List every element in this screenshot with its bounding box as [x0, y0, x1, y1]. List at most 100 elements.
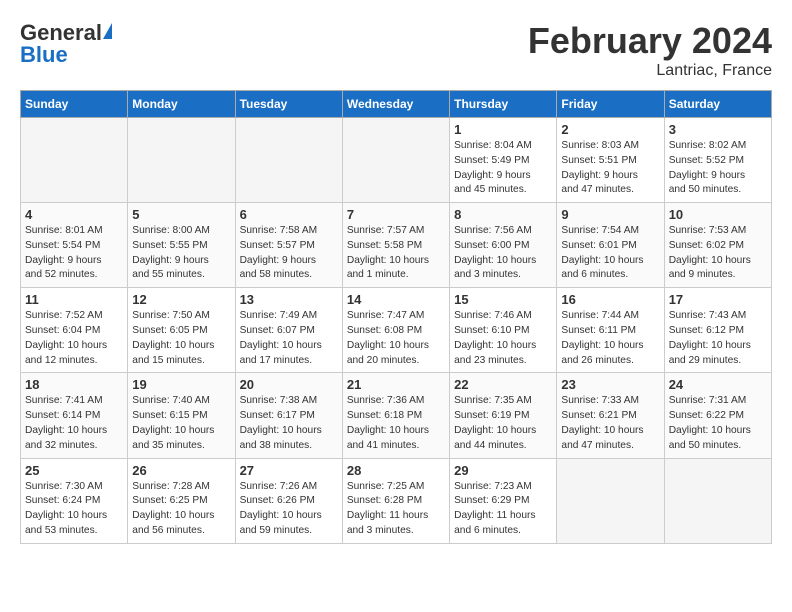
- calendar-cell: 10 Sunrise: 7:53 AM Sunset: 6:02 PM Dayli…: [664, 203, 771, 288]
- day-info: Sunrise: 8:02 AM Sunset: 5:52 PM Dayligh…: [669, 139, 767, 198]
- calendar-cell: 4 Sunrise: 8:01 AM Sunset: 5:54 PM Daylig…: [21, 203, 128, 288]
- page-header: General Blue February 2024 Lantriac, Fra…: [20, 20, 772, 80]
- day-info: Sunrise: 7:57 AM Sunset: 5:58 PM Dayligh…: [347, 224, 445, 283]
- day-number: 25: [25, 463, 123, 478]
- calendar-cell: 26 Sunrise: 7:28 AM Sunset: 6:25 PM Dayli…: [128, 458, 235, 543]
- day-number: 13: [240, 292, 338, 307]
- calendar-cell: [21, 118, 128, 203]
- day-number: 8: [454, 207, 552, 222]
- day-number: 14: [347, 292, 445, 307]
- day-info: Sunrise: 7:40 AM Sunset: 6:15 PM Dayligh…: [132, 394, 230, 453]
- day-number: 23: [561, 377, 659, 392]
- day-number: 10: [669, 207, 767, 222]
- day-number: 12: [132, 292, 230, 307]
- calendar-cell: 16Sunrise: 7:44 AM Sunset: 6:11 PM Dayli…: [557, 288, 664, 373]
- day-info: Sunrise: 7:56 AM Sunset: 6:00 PM Dayligh…: [454, 224, 552, 283]
- day-number: 24: [669, 377, 767, 392]
- calendar-cell: [557, 458, 664, 543]
- day-info: Sunrise: 7:25 AM Sunset: 6:28 PM Dayligh…: [347, 480, 445, 539]
- day-info: Sunrise: 7:26 AM Sunset: 6:26 PM Dayligh…: [240, 480, 338, 539]
- calendar-cell: 15 Sunrise: 7:46 AM Sunset: 6:10 PM Dayli…: [450, 288, 557, 373]
- day-number: 21: [347, 377, 445, 392]
- calendar-cell: 28 Sunrise: 7:25 AM Sunset: 6:28 PM Dayli…: [342, 458, 449, 543]
- header-row: SundayMondayTuesdayWednesdayThursdayFrid…: [21, 91, 772, 118]
- day-number: 11: [25, 292, 123, 307]
- calendar-cell: 7 Sunrise: 7:57 AM Sunset: 5:58 PM Daylig…: [342, 203, 449, 288]
- calendar-cell: 24 Sunrise: 7:31 AM Sunset: 6:22 PM Dayli…: [664, 373, 771, 458]
- calendar-week-row: 25 Sunrise: 7:30 AM Sunset: 6:24 PM Dayli…: [21, 458, 772, 543]
- day-info: Sunrise: 7:52 AM Sunset: 6:04 PM Dayligh…: [25, 309, 123, 368]
- day-info: Sunrise: 7:46 AM Sunset: 6:10 PM Dayligh…: [454, 309, 552, 368]
- weekday-header: Monday: [128, 91, 235, 118]
- logo-blue: Blue: [20, 42, 68, 68]
- calendar-cell: 29 Sunrise: 7:23 AM Sunset: 6:29 PM Dayli…: [450, 458, 557, 543]
- day-info: Sunrise: 7:43 AM Sunset: 6:12 PM Dayligh…: [669, 309, 767, 368]
- calendar-cell: 12 Sunrise: 7:50 AM Sunset: 6:05 PM Dayli…: [128, 288, 235, 373]
- day-info: Sunrise: 8:01 AM Sunset: 5:54 PM Dayligh…: [25, 224, 123, 283]
- day-info: Sunrise: 7:35 AM Sunset: 6:19 PM Dayligh…: [454, 394, 552, 453]
- day-number: 6: [240, 207, 338, 222]
- calendar-cell: 6 Sunrise: 7:58 AM Sunset: 5:57 PM Daylig…: [235, 203, 342, 288]
- day-number: 28: [347, 463, 445, 478]
- calendar-cell: 27 Sunrise: 7:26 AM Sunset: 6:26 PM Dayli…: [235, 458, 342, 543]
- day-number: 22: [454, 377, 552, 392]
- calendar-week-row: 11 Sunrise: 7:52 AM Sunset: 6:04 PM Dayli…: [21, 288, 772, 373]
- calendar-cell: 23 Sunrise: 7:33 AM Sunset: 6:21 PM Dayli…: [557, 373, 664, 458]
- calendar-cell: 1Sunrise: 8:04 AM Sunset: 5:49 PM Daylig…: [450, 118, 557, 203]
- day-number: 27: [240, 463, 338, 478]
- calendar-cell: [128, 118, 235, 203]
- day-info: Sunrise: 7:53 AM Sunset: 6:02 PM Dayligh…: [669, 224, 767, 283]
- calendar-cell: 2 Sunrise: 8:03 AM Sunset: 5:51 PM Daylig…: [557, 118, 664, 203]
- day-number: 20: [240, 377, 338, 392]
- calendar-week-row: 1Sunrise: 8:04 AM Sunset: 5:49 PM Daylig…: [21, 118, 772, 203]
- weekday-header: Tuesday: [235, 91, 342, 118]
- day-number: 16: [561, 292, 659, 307]
- day-number: 2: [561, 122, 659, 137]
- day-info: Sunrise: 7:36 AM Sunset: 6:18 PM Dayligh…: [347, 394, 445, 453]
- calendar-cell: [342, 118, 449, 203]
- weekday-header: Friday: [557, 91, 664, 118]
- day-info: Sunrise: 7:49 AM Sunset: 6:07 PM Dayligh…: [240, 309, 338, 368]
- calendar-cell: 8 Sunrise: 7:56 AM Sunset: 6:00 PM Daylig…: [450, 203, 557, 288]
- day-number: 5: [132, 207, 230, 222]
- day-info: Sunrise: 7:23 AM Sunset: 6:29 PM Dayligh…: [454, 480, 552, 539]
- calendar-cell: 3 Sunrise: 8:02 AM Sunset: 5:52 PM Daylig…: [664, 118, 771, 203]
- day-number: 29: [454, 463, 552, 478]
- day-number: 4: [25, 207, 123, 222]
- calendar-cell: 14 Sunrise: 7:47 AM Sunset: 6:08 PM Dayli…: [342, 288, 449, 373]
- day-info: Sunrise: 7:54 AM Sunset: 6:01 PM Dayligh…: [561, 224, 659, 283]
- weekday-header: Sunday: [21, 91, 128, 118]
- calendar-cell: [235, 118, 342, 203]
- day-number: 7: [347, 207, 445, 222]
- day-info: Sunrise: 7:33 AM Sunset: 6:21 PM Dayligh…: [561, 394, 659, 453]
- day-number: 9: [561, 207, 659, 222]
- calendar-cell: [664, 458, 771, 543]
- day-number: 18: [25, 377, 123, 392]
- weekday-header: Wednesday: [342, 91, 449, 118]
- day-info: Sunrise: 7:58 AM Sunset: 5:57 PM Dayligh…: [240, 224, 338, 283]
- calendar-cell: 11 Sunrise: 7:52 AM Sunset: 6:04 PM Dayli…: [21, 288, 128, 373]
- logo-triangle-icon: [103, 23, 112, 39]
- day-info: Sunrise: 7:47 AM Sunset: 6:08 PM Dayligh…: [347, 309, 445, 368]
- day-info: Sunrise: 7:31 AM Sunset: 6:22 PM Dayligh…: [669, 394, 767, 453]
- title-block: February 2024 Lantriac, France: [528, 20, 772, 80]
- calendar-cell: 13 Sunrise: 7:49 AM Sunset: 6:07 PM Dayli…: [235, 288, 342, 373]
- calendar-cell: 19Sunrise: 7:40 AM Sunset: 6:15 PM Dayli…: [128, 373, 235, 458]
- day-info: Sunrise: 8:03 AM Sunset: 5:51 PM Dayligh…: [561, 139, 659, 198]
- day-info: Sunrise: 7:30 AM Sunset: 6:24 PM Dayligh…: [25, 480, 123, 539]
- logo: General Blue: [20, 20, 113, 68]
- day-info: Sunrise: 7:50 AM Sunset: 6:05 PM Dayligh…: [132, 309, 230, 368]
- day-info: Sunrise: 7:28 AM Sunset: 6:25 PM Dayligh…: [132, 480, 230, 539]
- calendar-week-row: 18Sunrise: 7:41 AM Sunset: 6:14 PM Dayli…: [21, 373, 772, 458]
- calendar-cell: 5Sunrise: 8:00 AM Sunset: 5:55 PM Daylig…: [128, 203, 235, 288]
- calendar-cell: 25 Sunrise: 7:30 AM Sunset: 6:24 PM Dayli…: [21, 458, 128, 543]
- day-number: 1: [454, 122, 552, 137]
- day-number: 15: [454, 292, 552, 307]
- calendar-cell: 9 Sunrise: 7:54 AM Sunset: 6:01 PM Daylig…: [557, 203, 664, 288]
- day-number: 26: [132, 463, 230, 478]
- month-title: February 2024: [528, 20, 772, 62]
- calendar-table: SundayMondayTuesdayWednesdayThursdayFrid…: [20, 90, 772, 544]
- day-number: 3: [669, 122, 767, 137]
- day-number: 17: [669, 292, 767, 307]
- location: Lantriac, France: [528, 62, 772, 80]
